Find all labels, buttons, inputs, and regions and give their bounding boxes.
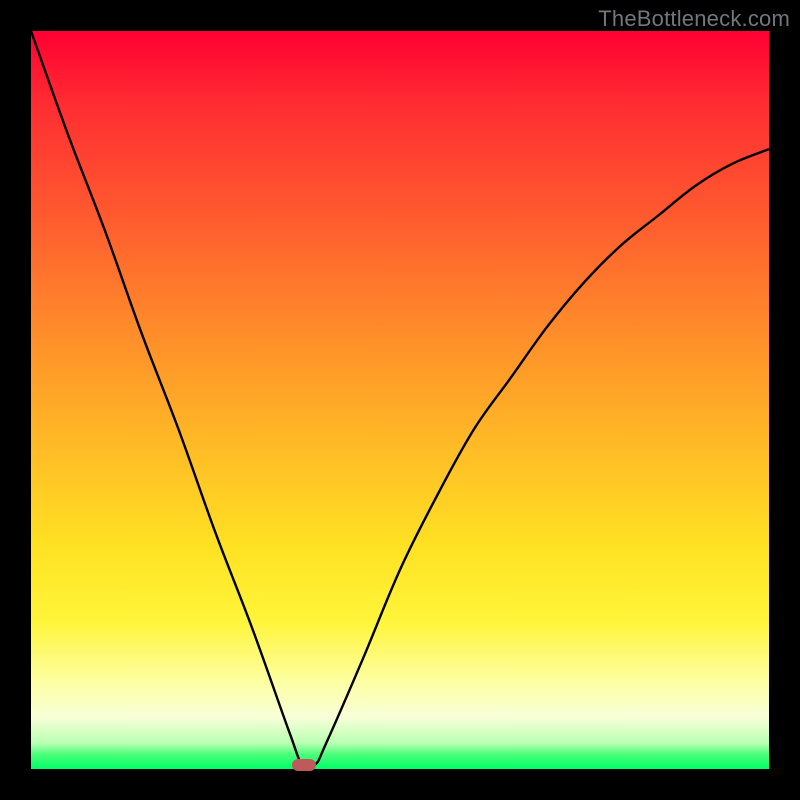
chart-frame: TheBottleneck.com [0, 0, 800, 800]
bottleneck-curve [31, 31, 769, 769]
plot-area [31, 31, 769, 769]
watermark-text: TheBottleneck.com [598, 6, 790, 32]
vertex-marker [292, 759, 316, 771]
